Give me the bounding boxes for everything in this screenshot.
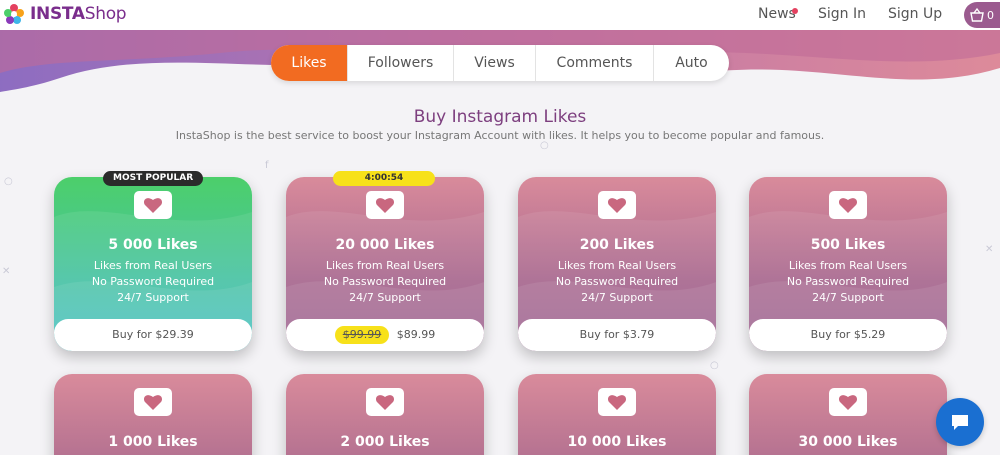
feature-no-password: No Password Required <box>323 275 447 288</box>
nav-signup-link[interactable]: Sign Up <box>888 6 942 22</box>
buy-button[interactable]: Buy for $5.29 <box>749 319 947 351</box>
feature-real-users: Likes from Real Users <box>557 259 677 272</box>
feature-real-users: Likes from Real Users <box>93 259 213 272</box>
heart-icon <box>607 395 627 410</box>
brand-name: INSTAShop <box>30 4 127 24</box>
package-card[interactable]: 10 000 Likes <box>518 374 716 455</box>
page-subtitle: InstaShop is the best service to boost y… <box>175 129 825 142</box>
buy-button[interactable]: Buy for $29.39 <box>54 319 252 351</box>
deco-cross: ✕ <box>2 266 11 277</box>
heart-icon <box>838 198 858 213</box>
feature-no-password: No Password Required <box>786 275 910 288</box>
heart-icon <box>143 198 163 213</box>
package-title: 10 000 Likes <box>567 434 667 450</box>
category-tabs: Likes Followers Views Comments Auto <box>271 45 729 81</box>
heart-badge <box>366 388 404 416</box>
deco-cross: ✕ <box>985 244 994 255</box>
heart-badge <box>829 191 867 219</box>
package-card[interactable]: 20 000 Likes Likes from Real Users No Pa… <box>286 177 484 351</box>
package-title: 20 000 Likes <box>335 237 435 253</box>
feature-real-users: Likes from Real Users <box>325 259 445 272</box>
deco-letter-f: f <box>265 160 269 171</box>
heart-icon <box>143 395 163 410</box>
feature-support: 24/7 Support <box>349 291 421 304</box>
feature-support: 24/7 Support <box>812 291 884 304</box>
news-notification-dot <box>792 8 798 14</box>
package-title: 200 Likes <box>579 237 655 253</box>
heart-badge <box>366 191 404 219</box>
feature-no-password: No Password Required <box>91 275 215 288</box>
sale-price: $89.99 <box>396 328 436 341</box>
heart-icon <box>607 198 627 213</box>
heart-icon <box>375 395 395 410</box>
countdown-timer-badge: 4:00:54 <box>333 171 435 186</box>
page-title: Buy Instagram Likes <box>413 107 587 127</box>
old-price: $99.99 <box>334 326 390 344</box>
tab-followers[interactable]: Followers <box>348 45 454 81</box>
cart-button[interactable]: 0 <box>964 2 1000 28</box>
deco-circle: ○ <box>710 360 719 371</box>
heart-icon <box>838 395 858 410</box>
package-title: 1 000 Likes <box>108 434 198 450</box>
heart-badge <box>829 388 867 416</box>
package-title: 500 Likes <box>810 237 886 253</box>
colorful-flower-logo-icon <box>4 4 24 24</box>
package-card[interactable]: 500 Likes Likes from Real Users No Passw… <box>749 177 947 351</box>
top-header: INSTAShop News Sign In Sign Up 0 <box>0 0 1000 30</box>
package-card[interactable]: 2 000 Likes <box>286 374 484 455</box>
cart-count: 0 <box>987 8 994 22</box>
package-title: 30 000 Likes <box>798 434 898 450</box>
package-card[interactable]: 200 Likes Likes from Real Users No Passw… <box>518 177 716 351</box>
chat-widget-button[interactable] <box>936 398 984 446</box>
package-card[interactable]: 30 000 Likes <box>749 374 947 455</box>
heart-badge <box>134 388 172 416</box>
heart-badge <box>134 191 172 219</box>
package-title: 2 000 Likes <box>340 434 430 450</box>
chat-bubble-icon <box>952 415 968 430</box>
feature-no-password: No Password Required <box>555 275 679 288</box>
heart-badge <box>598 191 636 219</box>
package-title: 5 000 Likes <box>108 237 198 253</box>
feature-support: 24/7 Support <box>117 291 189 304</box>
deco-circle: ○ <box>4 176 13 187</box>
tab-comments[interactable]: Comments <box>536 45 654 81</box>
feature-support: 24/7 Support <box>581 291 653 304</box>
feature-real-users: Likes from Real Users <box>788 259 908 272</box>
brand-logo[interactable]: INSTAShop <box>2 2 127 26</box>
tab-views[interactable]: Views <box>454 45 536 81</box>
package-card[interactable]: 5 000 Likes Likes from Real Users No Pas… <box>54 177 252 351</box>
buy-button[interactable]: $99.99 $89.99 <box>286 319 484 351</box>
tab-auto[interactable]: Auto <box>654 45 729 81</box>
package-card[interactable]: 1 000 Likes <box>54 374 252 455</box>
nav-signin-link[interactable]: Sign In <box>818 6 866 22</box>
basket-icon <box>970 7 984 22</box>
heart-badge <box>598 388 636 416</box>
heart-icon <box>375 198 395 213</box>
most-popular-badge: MOST POPULAR <box>103 171 204 186</box>
nav-news-link[interactable]: News <box>758 6 796 22</box>
tab-likes[interactable]: Likes <box>271 45 348 81</box>
buy-button[interactable]: Buy for $3.79 <box>518 319 716 351</box>
